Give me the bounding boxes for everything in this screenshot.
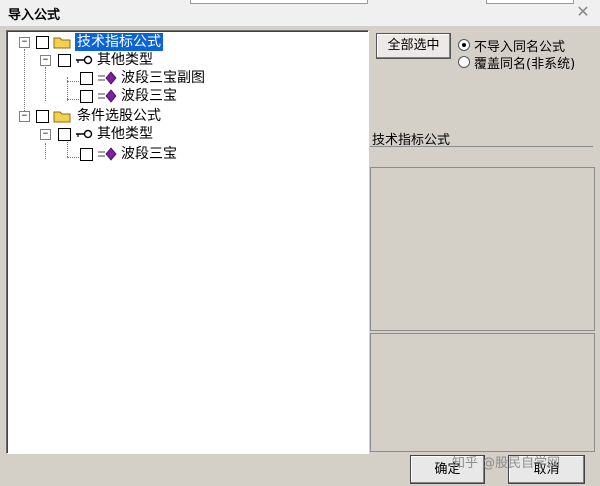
formula-tree[interactable]: − 技术指标公式 − 其他类型 波段三宝副图 波段三宝 − 条件选股公式 − 其… bbox=[6, 30, 369, 454]
tree-node-formula[interactable]: 波段三宝 bbox=[7, 145, 347, 163]
divider bbox=[370, 146, 593, 147]
tree-node-formula[interactable]: 波段三宝 bbox=[7, 87, 347, 105]
background-field bbox=[190, 0, 368, 4]
folder-icon bbox=[53, 111, 71, 123]
tree-node-label: 条件选股公式 bbox=[77, 108, 161, 124]
formula-diamond-icon bbox=[98, 147, 117, 161]
folder-icon bbox=[53, 37, 71, 49]
tree-node-label: 技术指标公式 bbox=[75, 33, 163, 51]
tree-node-label: 其他类型 bbox=[97, 126, 153, 142]
key-icon bbox=[76, 129, 93, 139]
info-panel-lower bbox=[370, 333, 595, 452]
node-checkbox[interactable] bbox=[80, 90, 93, 103]
node-checkbox[interactable] bbox=[36, 36, 49, 49]
tree-node-formula[interactable]: 波段三宝副图 bbox=[7, 69, 347, 87]
formula-diamond-icon bbox=[98, 71, 117, 85]
close-icon[interactable]: ✕ bbox=[574, 3, 592, 21]
select-all-button[interactable]: 全部选中 bbox=[376, 33, 451, 59]
info-panel-upper bbox=[370, 167, 595, 331]
window-title: 导入公式 bbox=[8, 8, 61, 23]
key-icon bbox=[76, 55, 93, 65]
background-field bbox=[486, 0, 574, 4]
node-checkbox[interactable] bbox=[36, 110, 49, 123]
radio-overwrite[interactable] bbox=[458, 56, 470, 68]
collapse-icon[interactable]: − bbox=[19, 37, 30, 48]
radio-label: 覆盖同名(非系统) bbox=[474, 57, 576, 72]
tree-node-label: 波段三宝 bbox=[121, 146, 177, 162]
tree-node-label: 其他类型 bbox=[97, 52, 153, 68]
formula-diamond-icon bbox=[98, 89, 117, 103]
tree-node-group[interactable]: − 其他类型 bbox=[7, 51, 347, 69]
tree-node-group[interactable]: − 其他类型 bbox=[7, 125, 347, 143]
tree-node-category[interactable]: − 条件选股公式 bbox=[7, 107, 347, 125]
node-checkbox[interactable] bbox=[58, 54, 71, 67]
title-bar: 导入公式 ✕ bbox=[0, 0, 600, 27]
watermark-text: 知乎 @股民自学网 bbox=[452, 456, 561, 471]
tree-node-label: 波段三宝副图 bbox=[121, 70, 205, 86]
tree-node-label: 波段三宝 bbox=[121, 88, 177, 104]
collapse-icon[interactable]: − bbox=[19, 111, 30, 122]
node-checkbox[interactable] bbox=[80, 148, 93, 161]
radio-skip-duplicates[interactable] bbox=[458, 39, 470, 51]
node-checkbox[interactable] bbox=[58, 128, 71, 141]
node-checkbox[interactable] bbox=[80, 72, 93, 85]
tree-node-category[interactable]: − 技术指标公式 bbox=[7, 33, 347, 51]
collapse-icon[interactable]: − bbox=[40, 129, 51, 140]
collapse-icon[interactable]: − bbox=[40, 55, 51, 66]
